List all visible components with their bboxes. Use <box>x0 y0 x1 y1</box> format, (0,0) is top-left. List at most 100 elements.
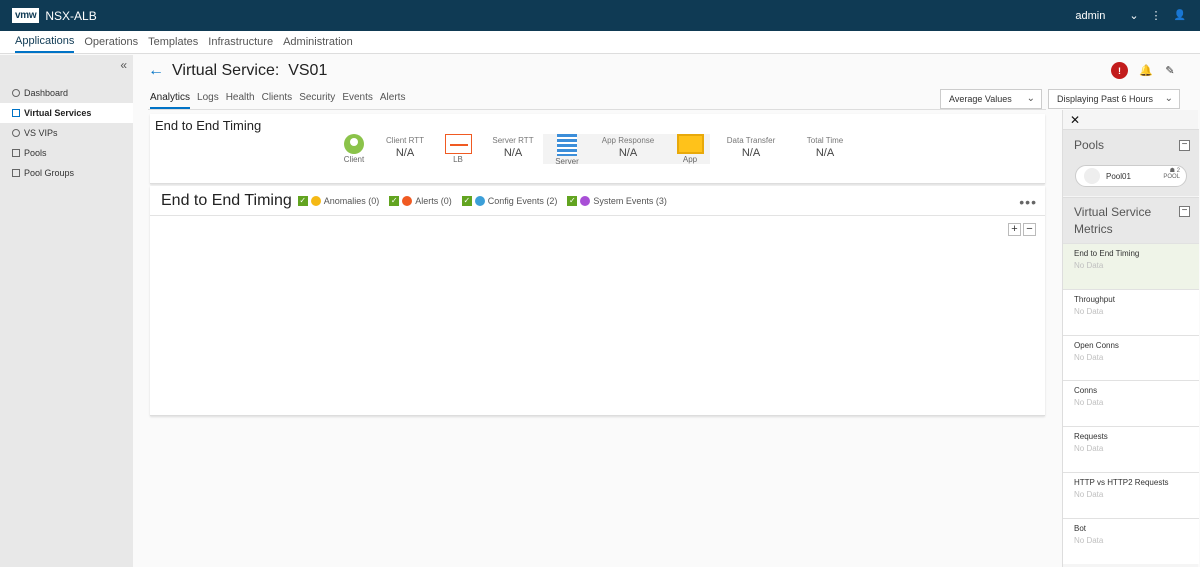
sidebar-item-label: VS VIPs <box>24 128 58 138</box>
pool-groups-icon <box>12 169 20 177</box>
metric-item-label: Bot <box>1074 524 1087 533</box>
chevron-down-icon[interactable]: ⌄ <box>1129 9 1138 22</box>
time-range-dropdown[interactable]: Displaying Past 6 Hours ⌄ <box>1048 89 1180 109</box>
legend-label: Config Events (2) <box>487 195 558 206</box>
right-panel: ✕ Pools − Pool01 ☗ 2 POOL Virtual Servic… <box>1062 110 1199 567</box>
metric-item-label: End to End Timing <box>1074 249 1140 258</box>
metric-item-status: No Data <box>1074 536 1104 545</box>
zoom-out-button[interactable]: − <box>1023 223 1036 236</box>
collapse-pools-button[interactable]: − <box>1179 140 1190 151</box>
page-title: Virtual Service: VS01 <box>172 62 328 79</box>
node-label: LB <box>453 155 463 164</box>
chevron-down-icon: ⌄ <box>1026 93 1035 104</box>
tab-logs[interactable]: Logs <box>197 89 219 109</box>
legend-anomalies[interactable]: ✓ Anomalies (0) <box>297 195 379 206</box>
page-header: ← Virtual Service: VS01 <box>148 62 327 80</box>
tab-clients[interactable]: Clients <box>262 89 293 109</box>
back-arrow-icon[interactable]: ← <box>148 62 164 80</box>
legend-config-events[interactable]: ✓ Config Events (2) <box>461 195 558 206</box>
metric-item-http-vs-http2[interactable]: HTTP vs HTTP2 Requests No Data <box>1063 472 1199 518</box>
nav-administration[interactable]: Administration <box>283 32 353 52</box>
close-icon[interactable]: ✕ <box>1070 113 1080 127</box>
metric-item-label: Throughput <box>1074 295 1115 304</box>
legend-system-events[interactable]: ✓ System Events (3) <box>567 195 667 206</box>
nav-templates[interactable]: Templates <box>148 32 198 52</box>
more-options-icon[interactable]: ••• <box>1019 194 1037 210</box>
sidebar-item-virtual-services[interactable]: Virtual Services <box>0 103 133 123</box>
server-icon <box>557 134 577 156</box>
metric-item-bot[interactable]: Bot No Data <box>1063 518 1199 564</box>
metric-label: Server RTT <box>492 136 534 145</box>
metric-item-status: No Data <box>1074 353 1104 362</box>
sidebar-item-label: Virtual Services <box>24 108 92 118</box>
sidebar-item-dashboard[interactable]: Dashboard <box>0 83 133 103</box>
nav-operations[interactable]: Operations <box>84 32 138 52</box>
metric-item-label: Requests <box>1074 432 1108 441</box>
metric-item-status: No Data <box>1074 444 1104 453</box>
zoom-in-button[interactable]: + <box>1008 223 1021 236</box>
tab-events[interactable]: Events <box>342 89 373 109</box>
load-balancer-icon <box>444 134 472 154</box>
kebab-menu-icon[interactable]: ⋮ <box>1151 9 1162 22</box>
checkbox-checked-icon[interactable]: ✓ <box>567 195 578 206</box>
metric-type-dropdown[interactable]: Average Values ⌄ <box>940 89 1042 109</box>
pool-chip[interactable]: Pool01 ☗ 2 POOL <box>1075 165 1187 187</box>
sidebar: « Dashboard Virtual Services VS VIPs Poo… <box>0 55 133 567</box>
nav-applications[interactable]: Applications <box>15 31 75 53</box>
pools-title: Pools <box>1074 138 1105 152</box>
legend-alerts[interactable]: ✓ Alerts (0) <box>389 195 452 206</box>
legend-label: System Events (3) <box>593 195 667 206</box>
metric-app-response: App Response N/A <box>593 136 663 159</box>
anomaly-icon <box>310 195 321 206</box>
metric-client-rtt: Client RTT N/A <box>370 136 440 159</box>
sidebar-item-pool-groups[interactable]: Pool Groups <box>0 163 133 183</box>
collapse-metrics-button[interactable]: − <box>1179 206 1190 217</box>
metric-item-status: No Data <box>1074 490 1104 499</box>
nav-infrastructure[interactable]: Infrastructure <box>208 32 273 52</box>
tab-security[interactable]: Security <box>299 89 335 109</box>
metric-label: Total Time <box>806 136 844 145</box>
checkbox-checked-icon[interactable]: ✓ <box>461 195 472 206</box>
metric-item-status: No Data <box>1074 398 1104 407</box>
tab-analytics[interactable]: Analytics <box>150 89 191 109</box>
metric-item-open-conns[interactable]: Open Conns No Data <box>1063 335 1199 381</box>
user-icon[interactable]: 👤 <box>1174 10 1186 21</box>
metric-label: Data Transfer <box>726 136 776 145</box>
checkbox-checked-icon[interactable]: ✓ <box>389 195 400 206</box>
sidebar-item-pools[interactable]: Pools <box>0 143 133 163</box>
sidebar-item-label: Dashboard <box>24 88 69 98</box>
chevron-down-icon: ⌄ <box>1164 93 1173 104</box>
metric-item-label: Conns <box>1074 386 1098 395</box>
pool-name: Pool01 <box>1106 171 1131 181</box>
config-event-icon <box>474 195 485 206</box>
pools-icon <box>12 149 20 157</box>
top-bar: vmw NSX-ALB admin ⌄ ⋮ 👤 <box>0 0 1200 31</box>
collapse-sidebar-icon[interactable]: « <box>120 58 127 72</box>
alert-bell-icon <box>402 195 413 206</box>
metric-value: N/A <box>395 147 415 159</box>
alert-badge[interactable]: ! <box>1111 62 1128 79</box>
checkbox-checked-icon[interactable]: ✓ <box>297 195 308 206</box>
pool-avatar <box>1084 168 1100 184</box>
sidebar-item-label: Pool Groups <box>24 168 75 178</box>
chart-title: End to End Timing <box>161 191 292 209</box>
pencil-edit-icon[interactable]: ✎ <box>1164 65 1176 77</box>
tabs-divider <box>148 109 1046 110</box>
metric-item-requests[interactable]: Requests No Data <box>1063 426 1199 472</box>
metric-item-conns[interactable]: Conns No Data <box>1063 380 1199 426</box>
main-nav: Applications Operations Templates Infras… <box>0 31 1200 54</box>
metric-item-throughput[interactable]: Throughput No Data <box>1063 289 1199 335</box>
user-menu[interactable]: admin <box>1075 10 1105 22</box>
tab-health[interactable]: Health <box>226 89 255 109</box>
timing-node-server: Server <box>547 134 587 166</box>
metric-item-end-to-end-timing[interactable]: End to End Timing No Data <box>1063 243 1199 289</box>
metric-value: N/A <box>741 147 761 159</box>
sidebar-item-vs-vips[interactable]: VS VIPs <box>0 123 133 143</box>
node-label: App <box>682 155 698 164</box>
tab-alerts[interactable]: Alerts <box>380 89 406 109</box>
system-event-icon <box>580 195 591 206</box>
dashboard-icon <box>12 89 20 97</box>
bell-icon[interactable]: 🔔 <box>1139 65 1153 77</box>
vs-metrics-title: Virtual Service Metrics <box>1074 205 1152 236</box>
sidebar-list: Dashboard Virtual Services VS VIPs Pools… <box>0 83 133 183</box>
